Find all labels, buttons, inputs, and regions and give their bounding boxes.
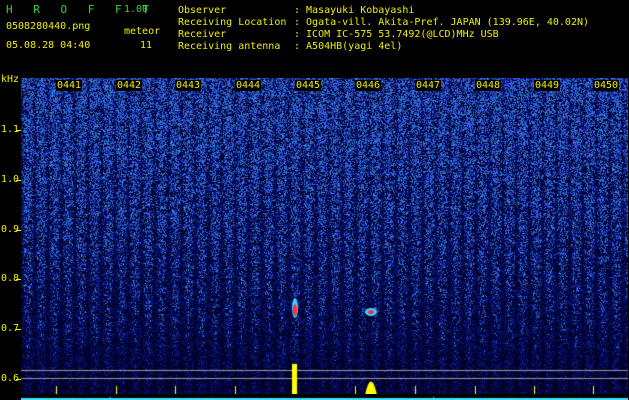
y-tick-mark	[16, 279, 21, 280]
info-value: : Masayuki Kobayashi	[294, 5, 415, 16]
app-version: 1.00	[124, 4, 149, 15]
time-label: 0441	[56, 80, 83, 91]
info-key: Receiving antenna	[178, 41, 281, 52]
date-time: 05.08.28 04:40	[6, 40, 91, 51]
info-antenna: Receiving antenna : A504HB(yagi 4el)	[178, 41, 402, 52]
time-label: 0445	[295, 80, 322, 91]
time-label: 0446	[355, 80, 382, 91]
mode-label: meteor	[124, 26, 161, 37]
info-location: Receiving Location : Ogata-vill. Akita-Pr…	[178, 17, 589, 28]
spectrogram-canvas	[21, 78, 628, 400]
meteor-count: 11	[140, 40, 153, 51]
info-value: : Ogata-vill. Akita-Pref. JAPAN (139.96E…	[294, 17, 590, 28]
info-key: Receiving Location	[178, 17, 287, 28]
y-tick-mark	[16, 329, 21, 330]
info-observer: Observer : Masayuki Kobayashi	[178, 5, 414, 16]
time-label: 0444	[235, 80, 262, 91]
info-receiver: Receiver : ICOM IC-575 53.7492(@LCD)MHz U…	[178, 29, 499, 40]
time-label: 0447	[415, 80, 442, 91]
file-name: 0508280440.png	[6, 21, 91, 32]
y-tick-mark	[16, 180, 21, 181]
info-key: Observer	[178, 5, 227, 16]
y-tick-mark	[16, 130, 21, 131]
y-tick-mark	[16, 379, 21, 380]
time-label: 0442	[116, 80, 143, 91]
time-label: 0449	[534, 80, 561, 91]
info-value: : A504HB(yagi 4el)	[294, 41, 403, 52]
time-label: 0448	[475, 80, 502, 91]
info-key: Receiver	[178, 29, 227, 40]
time-label: 0450	[593, 80, 620, 91]
signal-baseline	[21, 394, 628, 400]
time-label: 0443	[175, 80, 202, 91]
y-axis-unit: kHz	[1, 74, 20, 85]
info-value: : ICOM IC-575 53.7492(@LCD)MHz USB	[294, 29, 499, 40]
y-tick-mark	[16, 230, 21, 231]
